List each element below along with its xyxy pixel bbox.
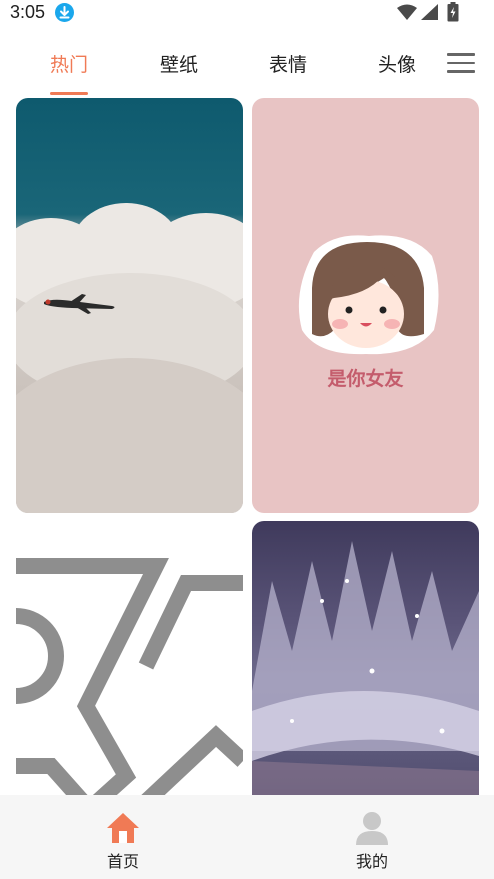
status-bar: 3:05 (0, 0, 494, 28)
abstract-logo-shape (16, 558, 243, 811)
active-tab-indicator (50, 92, 88, 95)
tab-avatar[interactable]: 头像 (367, 50, 427, 77)
category-tabs: 热门 壁纸 表情 头像 (0, 36, 494, 96)
signal-icon (421, 4, 439, 24)
nav-profile-label: 我的 (355, 852, 388, 871)
download-icon (55, 3, 74, 22)
status-time: 3:05 (10, 2, 46, 22)
cartoon-girl-avatar[interactable]: 是你女友 (252, 98, 479, 513)
tab-wallpaper[interactable]: 壁纸 (149, 50, 209, 77)
airplane-clouds-wallpaper[interactable] (16, 98, 243, 513)
app-screen: 3:05 热门 壁纸 表情 头像 是你女友 首页 我的 (0, 0, 494, 879)
nav-home-label: 首页 (106, 852, 139, 871)
tab-emoji[interactable]: 表情 (258, 50, 318, 77)
airplane-icon (44, 294, 115, 314)
tab-hot[interactable]: 热门 (39, 50, 99, 77)
crystal-crown-shape (252, 541, 479, 811)
crystal-crown-wallpaper[interactable] (252, 521, 479, 811)
card-caption: 是你女友 (327, 368, 404, 390)
user-icon (356, 812, 388, 845)
wifi-icon (396, 4, 418, 24)
menu-icon[interactable] (447, 53, 475, 75)
battery-charging-icon (447, 2, 459, 26)
home-icon (107, 813, 139, 843)
girl-sticker-icon (298, 235, 439, 355)
bottom-navigation: 首页 我的 (0, 795, 494, 879)
abstract-logo-wallpaper[interactable] (16, 521, 243, 811)
